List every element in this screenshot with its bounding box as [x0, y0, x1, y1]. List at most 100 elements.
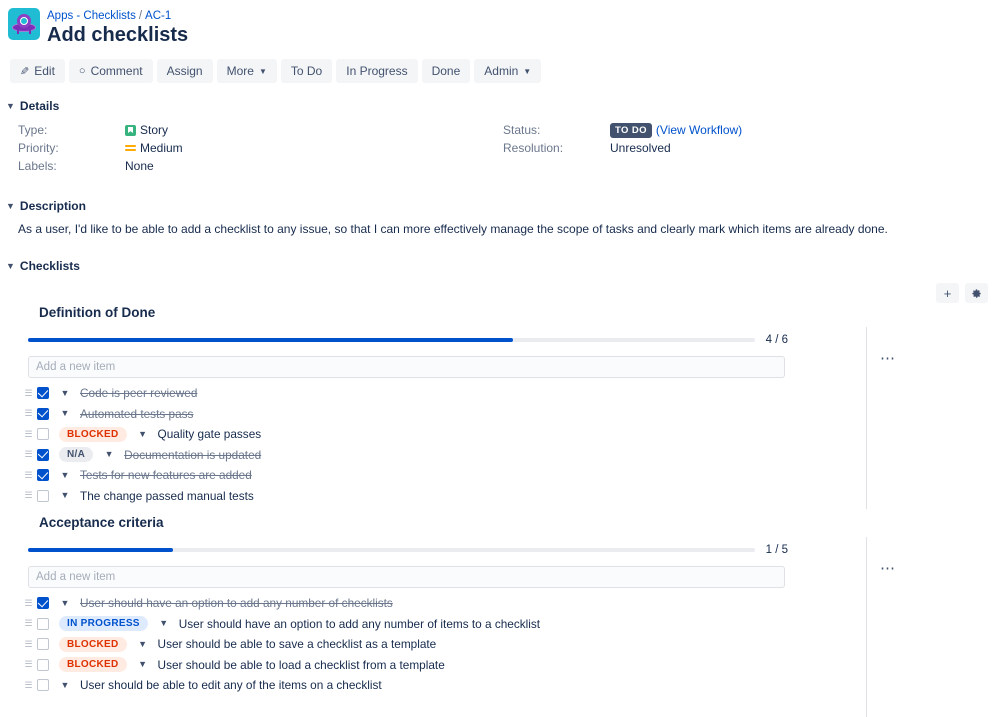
drag-handle-icon[interactable]: ☰: [22, 409, 35, 418]
chevron-down-icon: ▼: [6, 100, 15, 111]
item-checkbox[interactable]: [37, 638, 49, 651]
checklist-item[interactable]: ☰ ▼ The change passed manual tests: [22, 486, 800, 507]
status-badge: TO DO: [610, 122, 652, 138]
item-status-badge[interactable]: IN PROGRESS: [59, 616, 148, 632]
item-label: User should be able to save a checklist …: [157, 637, 437, 652]
item-checkbox[interactable]: [37, 428, 49, 441]
checklist-item[interactable]: ☰ IN PROGRESS ▼ User should have an opti…: [22, 614, 800, 635]
page-title: Add checklists: [47, 24, 189, 46]
chevron-down-icon: ▼: [6, 260, 15, 271]
description-body: As a user, I'd like to be able to add a …: [18, 222, 888, 236]
drag-handle-icon[interactable]: ☰: [22, 680, 35, 690]
item-checkbox[interactable]: [37, 658, 49, 671]
page-header: Apps - Checklists / AC-1 Add checklists: [0, 0, 999, 47]
item-label: User should have an option to add any nu…: [178, 616, 541, 631]
priority-value: Medium: [125, 141, 183, 155]
chevron-down-icon[interactable]: ▼: [59, 680, 71, 690]
checklist-items: ☰ ▼ Code is peer reviewed ☰ ▼ Automated …: [22, 383, 800, 506]
done-transition-button[interactable]: Done: [421, 59, 471, 83]
checklist-item[interactable]: ☰ BLOCKED ▼ User should be able to load …: [22, 655, 800, 676]
add-new-item-input[interactable]: [28, 566, 785, 588]
description-section-header[interactable]: ▼ Description: [6, 199, 999, 213]
chevron-down-icon[interactable]: ▼: [158, 619, 170, 628]
chevron-down-icon[interactable]: ▼: [137, 639, 149, 649]
drag-handle-icon[interactable]: ☰: [22, 388, 35, 398]
chevron-down-icon[interactable]: ▼: [59, 491, 71, 500]
details-heading: Details: [19, 99, 60, 113]
item-checkbox[interactable]: [37, 489, 49, 502]
status-label: Status:: [503, 123, 541, 137]
drag-handle-icon[interactable]: ☰: [22, 450, 35, 459]
section-divider: [866, 327, 867, 509]
checklist-item[interactable]: ☰ ▼ User should have an option to add an…: [22, 593, 800, 614]
checklist-item[interactable]: ☰ BLOCKED ▼ Quality gate passes: [22, 424, 800, 445]
drag-handle-icon[interactable]: ☰: [22, 491, 35, 500]
comment-button[interactable]: ○ Comment: [68, 59, 153, 83]
add-new-item-input[interactable]: [28, 356, 785, 378]
checklist-settings-button[interactable]: [965, 283, 988, 303]
item-checkbox[interactable]: [37, 469, 49, 482]
details-right-column: Status: TO DO (View Workflow) Resolution…: [503, 121, 742, 157]
item-status-badge[interactable]: N/A: [59, 447, 94, 463]
detail-row-status: Status: TO DO (View Workflow): [503, 121, 742, 139]
drag-handle-icon[interactable]: ☰: [22, 619, 35, 628]
todo-transition-button[interactable]: To Do: [280, 59, 333, 83]
chevron-down-icon[interactable]: ▼: [59, 409, 71, 418]
drag-handle-icon[interactable]: ☰: [22, 598, 35, 608]
drag-handle-icon[interactable]: ☰: [22, 660, 35, 669]
add-checklist-button[interactable]: +: [936, 283, 959, 303]
checklist-item[interactable]: ☰ ▼ Code is peer reviewed: [22, 383, 800, 404]
chevron-down-icon[interactable]: ▼: [59, 598, 71, 608]
item-checkbox[interactable]: [37, 407, 49, 420]
item-status-badge[interactable]: BLOCKED: [59, 426, 127, 442]
chevron-down-icon[interactable]: ▼: [103, 450, 115, 459]
chevron-down-icon: ▼: [523, 66, 532, 76]
edit-button[interactable]: ✎ Edit: [10, 59, 65, 83]
assign-button[interactable]: Assign: [156, 59, 213, 83]
breadcrumb-issue-link[interactable]: AC-1: [145, 10, 171, 22]
admin-button[interactable]: Admin ▼: [474, 59, 542, 83]
item-label: User should be able to edit any of the i…: [80, 678, 382, 693]
item-status-badge[interactable]: BLOCKED: [59, 636, 127, 652]
item-checkbox[interactable]: [37, 679, 49, 692]
checklist-item[interactable]: ☰ BLOCKED ▼ User should be able to save …: [22, 634, 800, 655]
item-status-badge[interactable]: BLOCKED: [59, 657, 127, 673]
checklist-item[interactable]: ☰ ▼ Tests for new features are added: [22, 465, 800, 486]
detail-row-labels: Labels: None: [18, 157, 183, 175]
issue-toolbar: ✎ Edit ○ Comment Assign More ▼ To Do In …: [10, 59, 999, 83]
chevron-down-icon[interactable]: ▼: [137, 429, 149, 439]
type-value: Story: [125, 123, 168, 137]
chevron-down-icon[interactable]: ▼: [59, 388, 71, 398]
more-button[interactable]: More ▼: [216, 59, 277, 83]
progress-count: 4 / 6: [765, 334, 788, 346]
drag-handle-icon[interactable]: ☰: [22, 639, 35, 649]
checklist-item[interactable]: ☰ ▼ Automated tests pass: [22, 404, 800, 425]
progress-count: 1 / 5: [765, 544, 788, 556]
breadcrumb-project-link[interactable]: Apps - Checklists: [47, 10, 136, 22]
item-checkbox[interactable]: [37, 448, 49, 461]
view-workflow-link[interactable]: (View Workflow): [656, 123, 742, 137]
checklist-title: Definition of Done: [39, 305, 156, 320]
checklist-item[interactable]: ☰ ▼ User should be able to edit any of t…: [22, 675, 800, 696]
edit-button-label: Edit: [34, 64, 55, 78]
drag-handle-icon[interactable]: ☰: [22, 470, 35, 480]
section-divider: [866, 537, 867, 717]
item-label: User should have an option to add any nu…: [80, 596, 393, 611]
item-checkbox[interactable]: [37, 597, 49, 610]
details-section-header[interactable]: ▼ Details: [6, 99, 999, 113]
checklist-item[interactable]: ☰ N/A ▼ Documentation is updated: [22, 445, 800, 466]
drag-handle-icon[interactable]: ☰: [22, 429, 35, 439]
checklist-overflow-menu[interactable]: ⋯: [880, 561, 896, 576]
item-checkbox[interactable]: [37, 617, 49, 630]
chevron-down-icon[interactable]: ▼: [59, 470, 71, 480]
chevron-down-icon[interactable]: ▼: [137, 660, 149, 669]
item-checkbox[interactable]: [37, 387, 49, 400]
checklist-panel-actions: +: [936, 283, 988, 303]
details-left-column: Type: Story Priority: Medium Labels: Non…: [18, 121, 183, 175]
in-progress-transition-button[interactable]: In Progress: [336, 59, 418, 83]
progress-fill: [28, 548, 174, 552]
checklists-section-header[interactable]: ▼ Checklists: [6, 259, 999, 273]
type-value-text: Story: [140, 123, 169, 137]
checklist-overflow-menu[interactable]: ⋯: [880, 351, 896, 366]
type-label: Type:: [18, 123, 48, 137]
